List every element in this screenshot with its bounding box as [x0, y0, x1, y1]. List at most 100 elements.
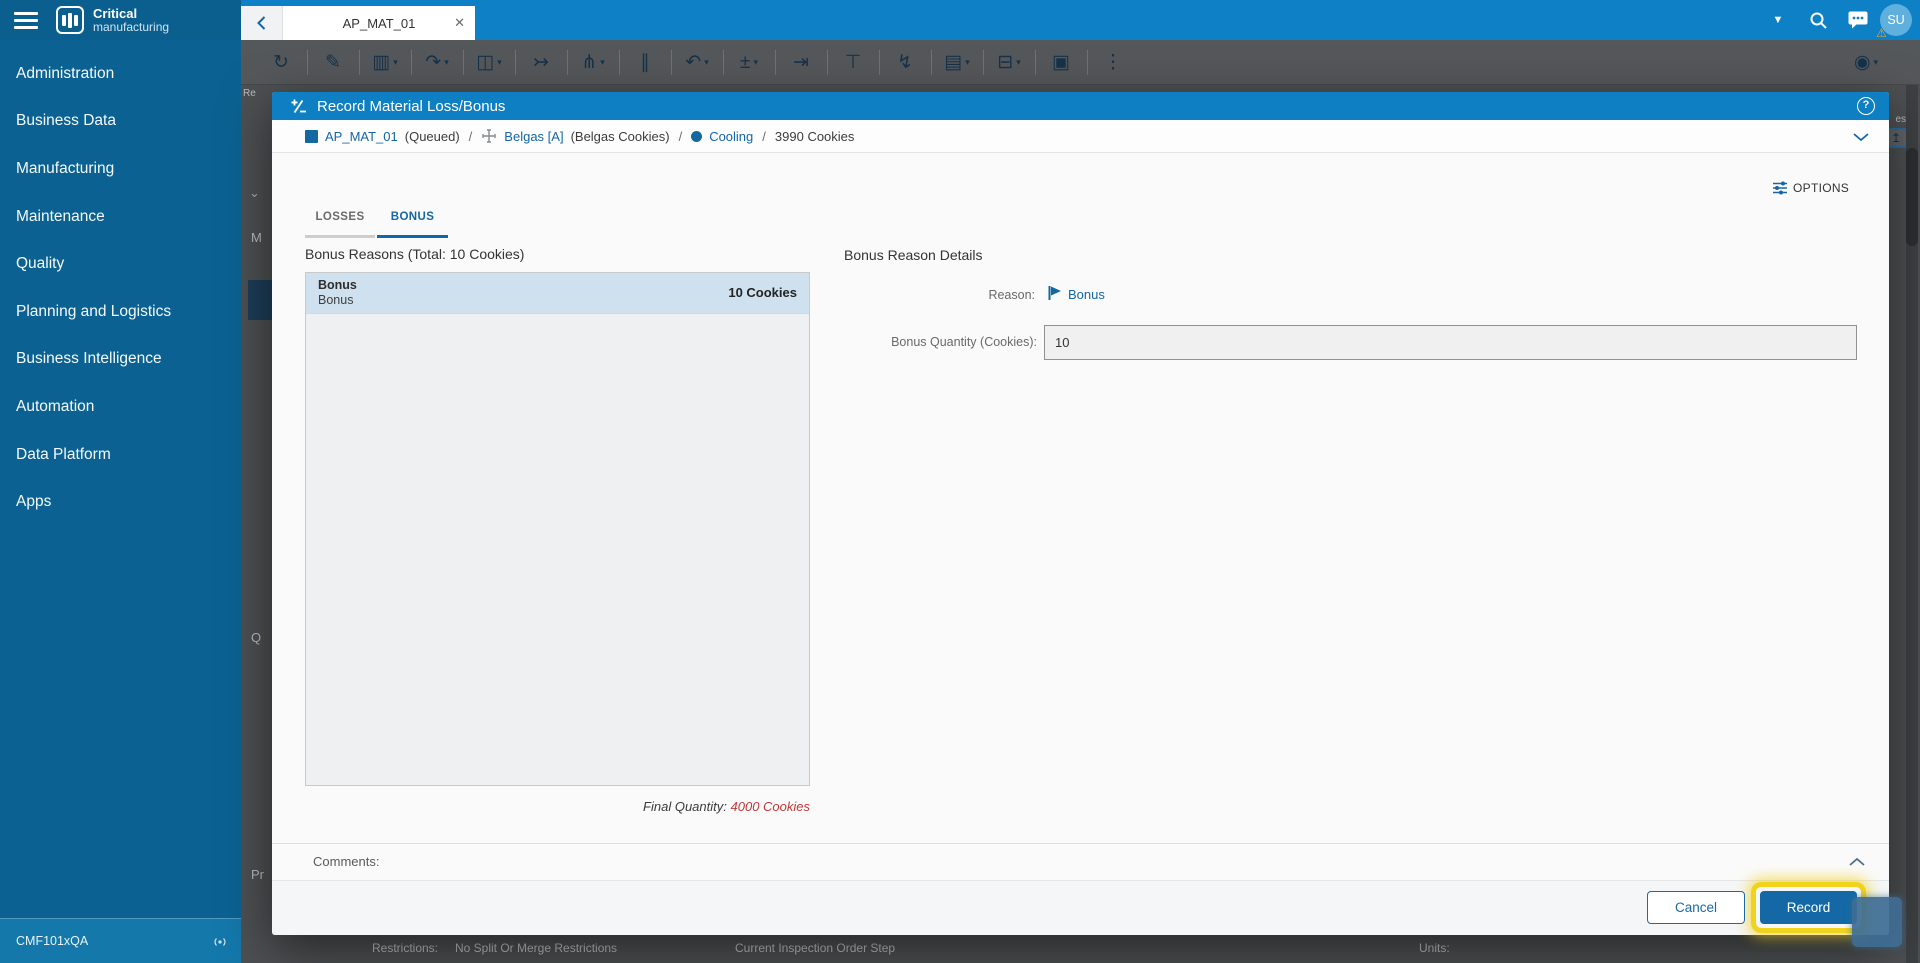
route-icon[interactable]: ⋔ ▾ — [567, 40, 619, 85]
logo-text: Critical manufacturing — [93, 7, 169, 33]
chat-icon — [1848, 11, 1868, 29]
sidebar-item-manufacturing[interactable]: Manufacturing — [0, 145, 241, 193]
merge-icon[interactable]: ↣ — [515, 40, 567, 85]
restrictions-label: Restrictions: — [372, 941, 439, 955]
redo-icon[interactable]: ↷ ▾ — [411, 40, 463, 85]
user-avatar[interactable]: SU ⚠ — [1876, 4, 1912, 40]
material-breadcrumb: AP_MAT_01 (Queued) / Belgas [A] (Belgas … — [272, 120, 1889, 153]
comments-collapse-chevron-icon[interactable] — [1849, 858, 1865, 866]
top-bar: Critical manufacturing AP_MAT_01 ✕ ▼ SU … — [0, 0, 1920, 40]
background-bottom-strip: Restrictions: No Split Or Merge Restrict… — [241, 935, 1920, 963]
options-button[interactable]: OPTIONS — [1772, 181, 1849, 195]
breadcrumb-product-desc: (Belgas Cookies) — [570, 128, 670, 144]
background-thumbnail — [248, 280, 273, 320]
loss-bonus-icon[interactable]: ± ▾ — [723, 40, 775, 85]
top-bar-actions: ▼ SU ⚠ — [1758, 0, 1920, 40]
product-icon — [482, 129, 496, 143]
sidebar-item-maintenance[interactable]: Maintenance — [0, 193, 241, 241]
camera-icon[interactable]: ◉ ▾ — [1840, 40, 1892, 85]
tab-losses[interactable]: LOSSES — [305, 211, 375, 223]
sidebar: Administration Business Data Manufacturi… — [0, 40, 241, 963]
dialog-footer: Cancel Record — [272, 880, 1889, 935]
breadcrumb-quantity: 3990 Cookies — [774, 128, 855, 144]
breadcrumb-separator: / — [468, 128, 473, 144]
final-quantity-value: 4000 Cookies — [730, 799, 811, 814]
logo-primary: Critical — [93, 5, 138, 21]
sidebar-nav: Administration Business Data Manufacturi… — [0, 40, 241, 526]
final-quantity: Final Quantity: 4000 Cookies — [305, 799, 810, 814]
tab-losses-underline — [305, 235, 375, 238]
bonus-reasons-header: Bonus Reasons (Total: 10 Cookies) — [305, 246, 525, 262]
chevron-left-icon — [257, 16, 266, 30]
reason-quantity: 10 Cookies — [728, 285, 797, 300]
edit-icon[interactable]: ✎ — [307, 40, 359, 85]
warning-icon: ⚠ — [1876, 26, 1887, 40]
container-icon[interactable]: ⊤ — [827, 40, 879, 85]
sidebar-item-business-data[interactable]: Business Data — [0, 98, 241, 146]
breadcrumb-separator: / — [678, 128, 683, 144]
undo-icon[interactable]: ↶ ▾ — [671, 40, 723, 85]
chevron-down-icon: ⌄ — [249, 185, 260, 200]
environment-status-bar: CMF101xQA — [0, 918, 241, 963]
options-tune-icon — [1773, 181, 1787, 195]
comments-label: Comments: — [313, 854, 380, 869]
toolbar-label-fragment: Re — [243, 88, 256, 99]
top-bar-brand-area: Critical manufacturing — [0, 0, 241, 40]
tab-close-icon[interactable]: ✕ — [454, 15, 465, 31]
critical-manufacturing-logo-icon — [56, 6, 84, 34]
search-button[interactable] — [1798, 0, 1838, 40]
logbook-icon[interactable]: ▣ — [1035, 40, 1087, 85]
breadcrumb-material-link[interactable]: AP_MAT_01 — [325, 129, 398, 144]
comments-section: Comments: — [272, 843, 1889, 880]
environment-name: CMF101xQA — [16, 934, 89, 948]
tab-back-button[interactable] — [241, 6, 283, 40]
breadcrumb-expand-chevron-icon[interactable] — [1853, 133, 1869, 141]
flag-icon — [1048, 286, 1061, 300]
inspection-step-label: Current Inspection Order Step — [735, 941, 896, 955]
breadcrumb-step-link[interactable]: Cooling — [709, 129, 753, 144]
print-icon[interactable]: ⊟ ▾ — [983, 40, 1035, 85]
background-fragment: es — [1895, 114, 1906, 125]
sidebar-item-automation[interactable]: Automation — [0, 383, 241, 431]
material-icon — [305, 129, 318, 143]
split-icon[interactable]: ◫ ▾ — [463, 40, 515, 85]
refresh-icon[interactable]: ↻ — [255, 40, 307, 85]
application-window: Critical manufacturing AP_MAT_01 ✕ ▼ SU … — [0, 0, 1920, 963]
search-icon — [1810, 12, 1827, 29]
connectivity-icon — [214, 938, 226, 946]
tab-bonus[interactable]: BONUS — [377, 211, 448, 223]
hamburger-menu-icon[interactable] — [14, 11, 38, 29]
cancel-button[interactable]: Cancel — [1647, 891, 1745, 924]
sidebar-item-planning-and-logistics[interactable]: Planning and Logistics — [0, 288, 241, 336]
sidebar-item-apps[interactable]: Apps — [0, 478, 241, 526]
bonus-quantity-label: Bonus Quantity (Cookies): — [891, 335, 1037, 349]
global-dropdown-button[interactable]: ▼ — [1758, 0, 1798, 40]
tab-ap-mat-01[interactable]: AP_MAT_01 ✕ — [283, 6, 475, 40]
sidebar-item-data-platform[interactable]: Data Platform — [0, 431, 241, 479]
document-icon[interactable]: ▤ ▾ — [931, 40, 983, 85]
more-icon[interactable]: ⋮ — [1087, 40, 1139, 85]
run-icon[interactable]: ↯ — [879, 40, 931, 85]
messages-button[interactable] — [1838, 0, 1878, 40]
tab-bonus-active-underline — [377, 235, 448, 238]
reason-field-value[interactable]: Bonus — [1068, 287, 1105, 302]
bonus-quantity-input[interactable] — [1044, 325, 1857, 360]
dialog-header: Record Material Loss/Bonus ? — [272, 92, 1889, 120]
breadcrumb-product-link[interactable]: Belgas [A] — [504, 129, 563, 144]
reports-icon[interactable]: ▥ ▾ — [359, 40, 411, 85]
help-icon[interactable]: ? — [1857, 97, 1875, 115]
loss-bonus-icon — [291, 99, 306, 113]
cursor-highlight-blob — [1852, 897, 1902, 947]
caret-down-icon: ▼ — [1772, 14, 1784, 26]
bonus-reason-row[interactable]: Bonus Bonus 10 Cookies — [306, 273, 809, 314]
sidebar-item-quality[interactable]: Quality — [0, 240, 241, 288]
record-button[interactable]: Record — [1760, 891, 1857, 924]
sidebar-item-business-intelligence[interactable]: Business Intelligence — [0, 336, 241, 384]
bonus-reasons-list: Bonus Bonus 10 Cookies — [305, 272, 810, 786]
hold-icon[interactable]: ∥ — [619, 40, 671, 85]
tab-strip: AP_MAT_01 ✕ — [241, 6, 475, 40]
record-material-loss-bonus-dialog: Record Material Loss/Bonus ? AP_MAT_01 (… — [272, 92, 1889, 935]
page-scrollbar-thumb[interactable] — [1906, 148, 1918, 246]
sidebar-item-administration[interactable]: Administration — [0, 50, 241, 98]
move-out-icon[interactable]: ⇥ — [775, 40, 827, 85]
